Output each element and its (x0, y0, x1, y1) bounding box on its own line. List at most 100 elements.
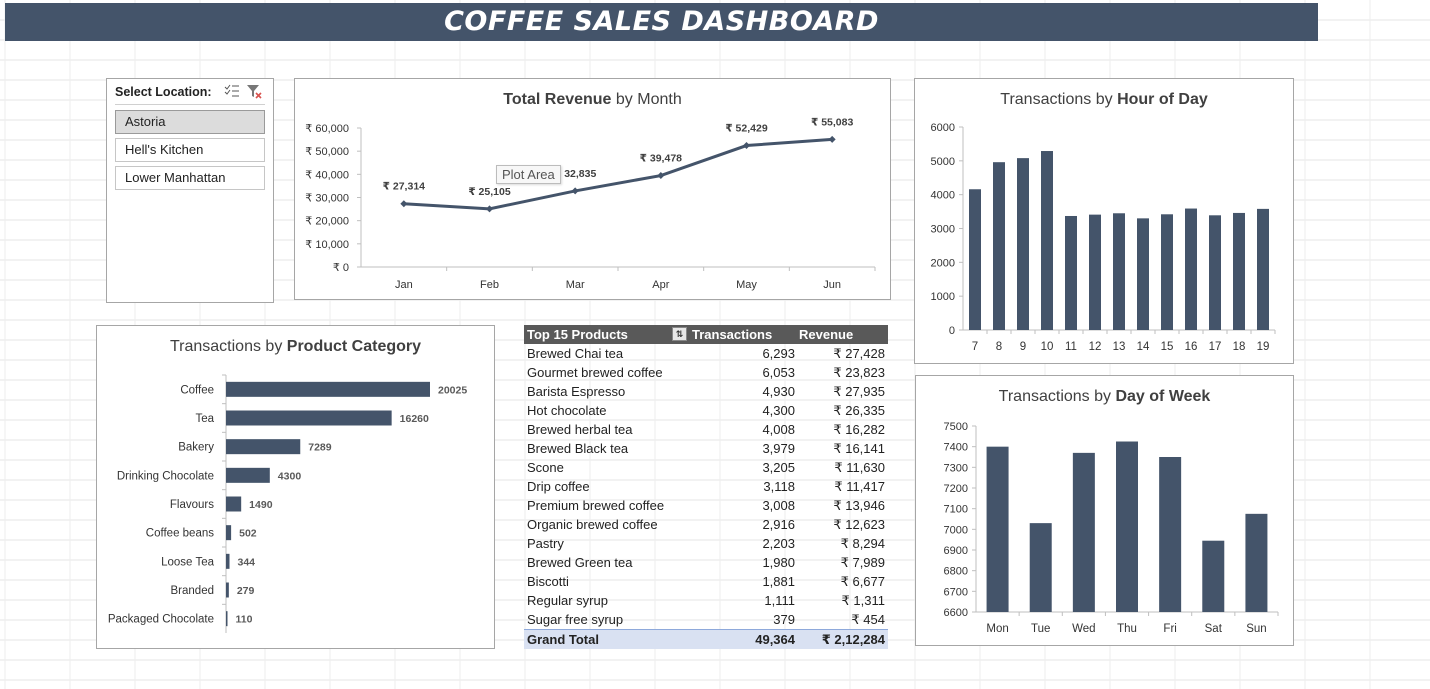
x-tick-label: 7 (972, 341, 978, 353)
y-tick-label: 7400 (944, 442, 968, 454)
transactions-cell: 6,293 (762, 346, 795, 361)
data-label: 1490 (249, 499, 273, 511)
category-label: Drinking Chocolate (117, 470, 214, 482)
bar (226, 525, 232, 541)
bar (226, 467, 270, 483)
revenue-cell: ₹ 454 (851, 612, 885, 627)
bar (226, 381, 430, 397)
x-tick-label: Tue (1031, 623, 1050, 635)
table-body: Brewed Chai tea 6,293 ₹ 27,428 Gourmet brew… (524, 344, 888, 629)
y-tick-label: 6900 (944, 545, 968, 557)
bar (969, 189, 981, 330)
table-row: Hot chocolate 4,300 ₹ 26,335 (524, 401, 888, 420)
revenue-cell: ₹ 23,823 (833, 365, 885, 380)
x-tick-label: 12 (1089, 341, 1102, 353)
x-tick-label: Mar (566, 279, 585, 291)
x-tick-label: May (736, 279, 757, 291)
x-tick-label: 13 (1113, 341, 1126, 353)
x-tick-label: 10 (1041, 341, 1054, 353)
y-tick-label: ₹ 0 (333, 262, 349, 274)
table-row: Sugar free syrup 379 ₹ 454 (524, 610, 888, 629)
bar (226, 496, 242, 512)
transactions-cell: 3,118 (763, 479, 795, 494)
table-row: Biscotti 1,881 ₹ 6,677 (524, 572, 888, 591)
bar (1202, 540, 1225, 612)
grand-total-row: Grand Total 49,364 ₹ 2,12,284 (524, 629, 888, 649)
table-row: Brewed herbal tea 4,008 ₹ 16,282 (524, 420, 888, 439)
y-tick-label: ₹ 60,000 (305, 123, 349, 135)
table-row: Scone 3,205 ₹ 11,630 (524, 458, 888, 477)
category-label: Tea (195, 413, 214, 425)
bar (1137, 218, 1149, 330)
revenue-cell: ₹ 11,417 (834, 479, 885, 494)
transactions-cell: 2,916 (762, 517, 795, 532)
data-label: ₹ 25,105 (468, 186, 510, 198)
product-name-cell: Pastry (527, 536, 564, 551)
product-name-cell: Regular syrup (527, 593, 608, 608)
y-tick-label: 7500 (944, 421, 968, 433)
data-point (743, 142, 750, 150)
bar (1159, 457, 1182, 612)
hour-chart-panel[interactable]: Transactions by Hour of Day 0 1000 2000 300… (914, 78, 1294, 364)
data-label: ₹ 55,083 (811, 116, 853, 128)
x-tick-label: Sun (1246, 623, 1266, 635)
slicer-item-lower-manhattan[interactable]: Lower Manhattan (115, 166, 265, 190)
slicer-item-astoria[interactable]: Astoria (115, 110, 265, 134)
data-point (400, 200, 408, 208)
revenue-chart-panel[interactable]: Total Revenue by Month ₹ 0 ₹ 10,000 ₹ 20,0… (294, 78, 891, 300)
hour-bar-chart: 0 1000 2000 3000 4000 5000 6000 7 8 9 10 11 12 13 14 15… (931, 122, 1276, 353)
x-tick-label: Feb (480, 279, 499, 291)
total-label: Grand Total (527, 632, 599, 647)
product-name-cell: Brewed herbal tea (527, 422, 633, 437)
category-chart-panel[interactable]: Transactions by Product Category Coffee 2… (96, 325, 495, 649)
x-tick-label: Jan (395, 279, 413, 291)
product-name-cell: Biscotti (527, 574, 569, 589)
y-tick-label: 1000 (931, 291, 955, 303)
transactions-cell: 4,008 (762, 422, 795, 437)
transactions-cell: 4,300 (762, 403, 795, 418)
category-label: Branded (171, 585, 214, 597)
category-bar-chart: Coffee 20025 Tea 16260 Bakery 7289 Drinking Ch… (108, 374, 467, 633)
day-chart-panel[interactable]: Transactions by Day of Week 6600 6700 6800… (915, 375, 1294, 646)
dashboard-title: COFFEE SALES DASHBOARD (5, 3, 1318, 41)
x-tick-label: 18 (1233, 341, 1246, 353)
bar (226, 582, 229, 598)
x-tick-label: Jun (823, 279, 841, 291)
revenue-cell: ₹ 27,935 (833, 384, 885, 399)
table-row: Brewed Chai tea 6,293 ₹ 27,428 (524, 344, 888, 363)
data-point (828, 135, 836, 143)
bar (1233, 212, 1245, 330)
data-point (486, 205, 493, 213)
multi-select-icon[interactable] (224, 84, 239, 97)
bar (993, 162, 1005, 330)
bar (1116, 441, 1138, 612)
x-tick-label: 19 (1257, 341, 1270, 353)
bar (1017, 158, 1029, 330)
y-tick-label: ₹ 50,000 (305, 146, 349, 158)
category-label: Coffee (180, 384, 214, 396)
product-name-cell: Premium brewed coffee (527, 498, 665, 513)
data-label: ₹ 52,429 (725, 123, 767, 135)
y-tick-label: 4000 (931, 190, 955, 202)
y-tick-label: 3000 (931, 224, 955, 236)
clear-filter-icon[interactable] (247, 85, 262, 99)
transactions-cell: 6,053 (762, 365, 795, 380)
product-name-cell: Scone (527, 460, 564, 475)
transactions-cell: 379 (773, 612, 795, 627)
x-tick-label: Apr (652, 279, 669, 291)
table-row: Drip coffee 3,118 ₹ 11,417 (524, 477, 888, 496)
y-tick-label: 6000 (931, 122, 955, 134)
bar (1089, 214, 1101, 330)
data-label: ₹ 39,478 (640, 153, 682, 165)
bar (1185, 208, 1197, 330)
x-tick-label: Sat (1205, 623, 1223, 635)
y-tick-label: 7200 (944, 483, 968, 495)
total-transactions: 49,364 (755, 632, 795, 647)
slicer-item-hells-kitchen[interactable]: Hell's Kitchen (115, 138, 265, 162)
bar (226, 553, 230, 569)
sort-filter-icon[interactable]: ⇅ (672, 327, 687, 341)
table-row: Brewed Black tea 3,979 ₹ 16,141 (524, 439, 888, 458)
y-tick-label: 2000 (931, 257, 955, 269)
data-point (657, 172, 665, 180)
table-row: Barista Espresso 4,930 ₹ 27,935 (524, 382, 888, 401)
